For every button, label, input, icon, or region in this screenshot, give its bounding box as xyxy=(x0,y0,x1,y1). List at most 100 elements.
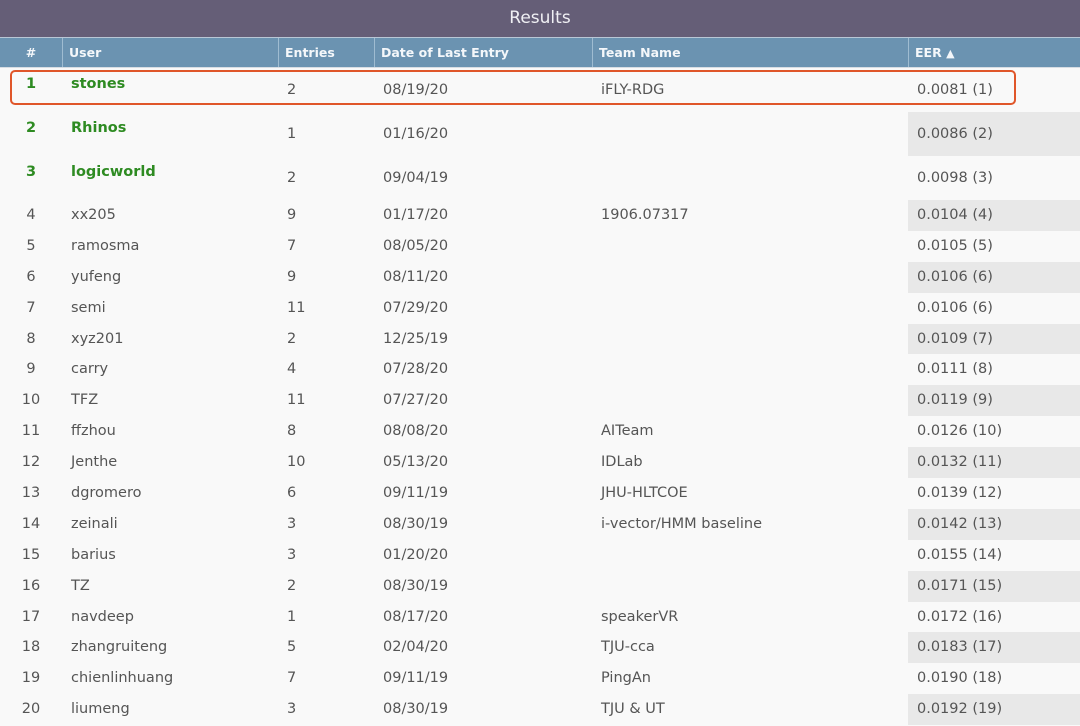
user-cell[interactable]: xyz201 xyxy=(62,324,278,355)
date-cell: 09/11/19 xyxy=(383,670,449,687)
entries-cell: 10 xyxy=(287,454,306,471)
user-cell[interactable]: chienlinhuang xyxy=(62,663,278,694)
eer-cell: 0.0104 (4) xyxy=(908,200,1080,231)
rank-cell: 11 xyxy=(21,423,41,440)
rank-cell: 6 xyxy=(26,268,36,285)
date-cell: 09/11/19 xyxy=(383,485,449,502)
column-header-date[interactable]: Date of Last Entry xyxy=(374,38,592,67)
rank-cell: 14 xyxy=(21,515,41,532)
team-cell xyxy=(592,231,908,262)
table-row[interactable]: 20 liumeng 3 08/30/19 TJU & UT 0.0192 (19) xyxy=(0,694,1080,726)
team-cell xyxy=(592,540,908,571)
rank-cell: 4 xyxy=(26,207,36,223)
user-cell[interactable]: TZ xyxy=(62,571,278,602)
results-title: Results xyxy=(0,0,1080,38)
table-row[interactable]: 10 TFZ 11 07/27/20 0.0119 (9) xyxy=(0,385,1080,417)
team-cell xyxy=(592,354,908,385)
table-row[interactable]: 8 xyz201 2 12/25/19 0.0109 (7) xyxy=(0,323,1080,355)
table-row[interactable]: 6 yufeng 9 08/11/20 0.0106 (6) xyxy=(0,261,1080,293)
team-cell: TJU-cca xyxy=(601,639,655,656)
entries-cell: 1 xyxy=(287,126,297,142)
table-row[interactable]: 14 zeinali 3 08/30/19 i-vector/HMM baseline 0… xyxy=(0,508,1080,540)
table-row[interactable]: 1 stones 2 08/19/20 iFLY-RDG 0.0081 (1) xyxy=(0,68,1080,112)
eer-cell: 0.0086 (2) xyxy=(908,112,1080,156)
table-row[interactable]: 15 barius 3 01/20/20 0.0155 (14) xyxy=(0,540,1080,571)
eer-cell: 0.0190 (18) xyxy=(917,670,1003,687)
user-cell[interactable]: liumeng xyxy=(62,694,278,725)
rank-cell: 5 xyxy=(26,237,36,254)
user-cell[interactable]: Jenthe xyxy=(62,447,278,478)
date-cell: 02/04/20 xyxy=(383,639,449,656)
date-cell: 08/19/20 xyxy=(383,82,449,98)
user-cell[interactable]: semi xyxy=(62,293,278,324)
team-cell xyxy=(592,571,908,602)
eer-cell: 0.0155 (14) xyxy=(917,546,1003,563)
rank-cell: 10 xyxy=(21,392,41,409)
table-row[interactable]: 2 Rhinos 1 01/16/20 0.0086 (2) xyxy=(0,112,1080,156)
user-cell[interactable]: yufeng xyxy=(62,262,278,293)
entries-cell: 2 xyxy=(287,330,297,347)
rank-cell: 12 xyxy=(21,454,41,471)
rank-cell: 1 xyxy=(25,76,37,92)
team-cell: IDLab xyxy=(601,454,643,471)
table-row[interactable]: 4 xx205 9 01/17/20 1906.07317 0.0104 (4) xyxy=(0,200,1080,231)
table-row[interactable]: 7 semi 11 07/29/20 0.0106 (6) xyxy=(0,293,1080,324)
table-row[interactable]: 17 navdeep 1 08/17/20 speakerVR 0.0172 (16) xyxy=(0,602,1080,633)
entries-cell: 7 xyxy=(287,670,297,687)
sort-ascending-icon: ▲ xyxy=(946,47,955,60)
user-cell[interactable]: carry xyxy=(62,354,278,385)
table-row[interactable]: 19 chienlinhuang 7 09/11/19 PingAn 0.0190 (18… xyxy=(0,663,1080,694)
date-cell: 08/05/20 xyxy=(383,237,449,254)
rank-cell: 9 xyxy=(26,361,36,378)
table-row[interactable]: 5 ramosma 7 08/05/20 0.0105 (5) xyxy=(0,231,1080,262)
date-cell: 08/11/20 xyxy=(383,268,449,285)
rank-cell: 16 xyxy=(21,577,41,594)
team-cell: speakerVR xyxy=(601,608,679,625)
user-cell[interactable]: zhangruiteng xyxy=(62,632,278,663)
user-cell[interactable]: dgromero xyxy=(62,478,278,509)
team-cell xyxy=(592,293,908,324)
table-row[interactable]: 18 zhangruiteng 5 02/04/20 TJU-cca 0.0183 (17… xyxy=(0,632,1080,664)
column-header-eer[interactable]: EER ▲ xyxy=(908,38,1080,67)
entries-cell: 3 xyxy=(287,701,297,718)
date-cell: 07/27/20 xyxy=(383,392,449,409)
team-cell: PingAn xyxy=(601,670,651,687)
eer-cell: 0.0183 (17) xyxy=(908,632,1080,664)
eer-cell: 0.0111 (8) xyxy=(917,361,993,378)
rank-cell: 13 xyxy=(21,485,41,502)
user-cell[interactable]: ramosma xyxy=(62,231,278,262)
date-cell: 09/04/19 xyxy=(383,170,449,186)
user-cell[interactable]: navdeep xyxy=(62,602,278,633)
entries-cell: 11 xyxy=(287,392,306,409)
user-cell[interactable]: stones xyxy=(62,68,278,112)
table-row[interactable]: 16 TZ 2 08/30/19 0.0171 (15) xyxy=(0,570,1080,602)
column-header-user[interactable]: User xyxy=(62,38,278,67)
entries-cell: 7 xyxy=(287,237,297,254)
column-header-rank[interactable]: # xyxy=(0,38,62,67)
entries-cell: 8 xyxy=(287,423,297,440)
rank-cell: 18 xyxy=(21,639,41,656)
user-cell[interactable]: ffzhou xyxy=(62,416,278,447)
column-header-entries[interactable]: Entries xyxy=(278,38,374,67)
table-row[interactable]: 13 dgromero 6 09/11/19 JHU-HLTCOE 0.0139 (12) xyxy=(0,478,1080,509)
column-header-team[interactable]: Team Name xyxy=(592,38,908,67)
table-row[interactable]: 12 Jenthe 10 05/13/20 IDLab 0.0132 (11) xyxy=(0,447,1080,479)
user-cell[interactable]: Rhinos xyxy=(62,112,278,156)
table-row[interactable]: 9 carry 4 07/28/20 0.0111 (8) xyxy=(0,354,1080,385)
table-row[interactable]: 11 ffzhou 8 08/08/20 AITeam 0.0126 (10) xyxy=(0,416,1080,447)
date-cell: 08/30/19 xyxy=(383,701,449,718)
user-cell[interactable]: xx205 xyxy=(62,200,278,231)
eer-cell: 0.0172 (16) xyxy=(917,608,1003,625)
eer-cell: 0.0106 (6) xyxy=(908,261,1080,293)
rank-cell: 2 xyxy=(25,120,37,136)
date-cell: 12/25/19 xyxy=(383,330,449,347)
team-cell: AITeam xyxy=(601,423,654,440)
user-cell[interactable]: logicworld xyxy=(62,156,278,200)
date-cell: 07/28/20 xyxy=(383,361,449,378)
team-cell xyxy=(592,156,908,200)
user-cell[interactable]: barius xyxy=(62,540,278,571)
user-cell[interactable]: TFZ xyxy=(62,385,278,416)
entries-cell: 2 xyxy=(287,82,297,98)
user-cell[interactable]: zeinali xyxy=(62,509,278,540)
table-row[interactable]: 3 logicworld 2 09/04/19 0.0098 (3) xyxy=(0,156,1080,200)
